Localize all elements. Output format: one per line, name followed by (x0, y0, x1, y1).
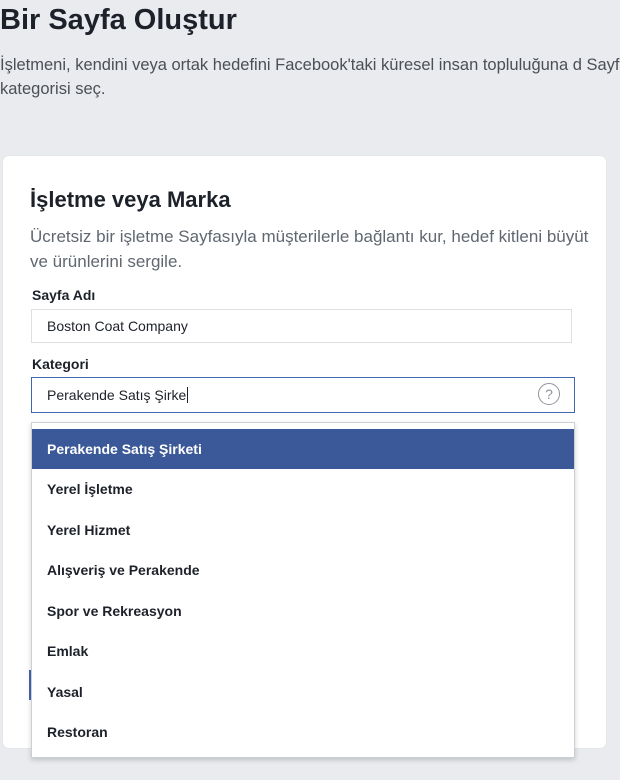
text-caret (187, 387, 189, 403)
category-label: Kategori (32, 356, 89, 372)
dropdown-item-alisveris-ve-perakende[interactable]: Alışveriş ve Perakende (32, 550, 574, 590)
dropdown-item-emlak[interactable]: Emlak (32, 631, 574, 671)
dropdown-item-yerel-hizmet[interactable]: Yerel Hizmet (32, 510, 574, 550)
page-description: İşletmeni, kendini veya ortak hedefini F… (0, 56, 620, 98)
dropdown-item-yasal[interactable]: Yasal (32, 672, 574, 712)
page-name-label: Sayfa Adı (32, 287, 96, 303)
dropdown-item-perakende-satis-sirketi[interactable]: Perakende Satış Şirketi (32, 429, 574, 469)
card-description: Ücretsiz bir işletme Sayfasıyla müşteril… (30, 227, 589, 271)
category-dropdown: Perakende Satış Şirketi Yerel İşletme Ye… (31, 422, 575, 758)
page-name-value: Boston Coat Company (47, 318, 188, 334)
page-title: Bir Sayfa Oluştur (0, 4, 237, 36)
page-name-input[interactable]: Boston Coat Company (31, 309, 572, 343)
dropdown-item-restoran[interactable]: Restoran (32, 712, 574, 752)
dropdown-item-spor-ve-rekreasyon[interactable]: Spor ve Rekreasyon (32, 591, 574, 631)
category-value: Perakende Satış Şirke (47, 387, 187, 403)
dropdown-item-yerel-isletme[interactable]: Yerel İşletme (32, 469, 574, 509)
card-title: İşletme veya Marka (30, 187, 231, 212)
category-input[interactable]: Perakende Satış Şirke ? (31, 377, 575, 413)
question-mark-circle-icon[interactable]: ? (538, 383, 560, 405)
